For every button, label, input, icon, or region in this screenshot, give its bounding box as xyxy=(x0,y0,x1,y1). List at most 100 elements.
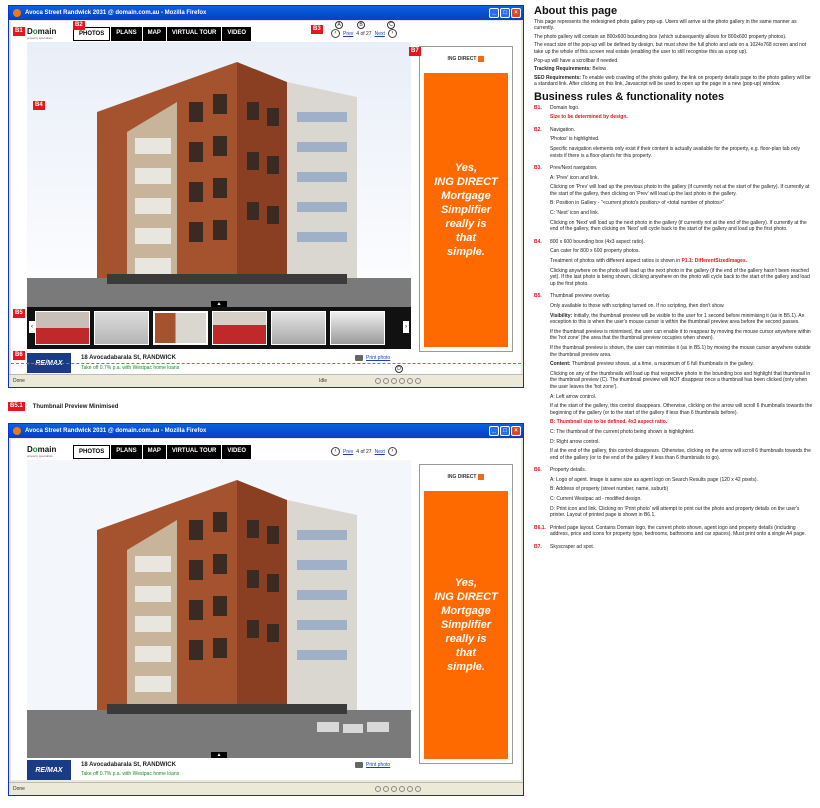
westpac-ad[interactable]: Take off 0.7% p.a. with Westpac home loa… xyxy=(81,771,179,777)
tab-virtual-tour[interactable]: VIRTUAL TOUR xyxy=(166,445,222,459)
thumbnail-selected[interactable] xyxy=(153,311,208,345)
skyscraper-ad[interactable]: ING DIRECT Yes, ING DIRECT Mortgage Simpli… xyxy=(419,464,513,764)
lion-icon xyxy=(478,56,485,62)
tab-virtual-tour[interactable]: VIRTUAL TOUR xyxy=(166,27,222,41)
intro-4: Pop-up will have a scrollbar if needed. xyxy=(534,57,619,64)
firefox-icon xyxy=(13,427,21,435)
print-photo-link[interactable]: Print photo xyxy=(366,762,390,768)
minimize-icon[interactable]: _ xyxy=(489,8,499,18)
marker-b6: B6 xyxy=(13,351,25,360)
next-arrow-icon[interactable]: › xyxy=(387,447,397,456)
thumbnail[interactable] xyxy=(330,311,385,345)
rule-b6-1: B6.1. Printed page layout. Contains Doma… xyxy=(534,524,806,538)
status-text: Done xyxy=(13,786,25,792)
window-title: Avoca Street Randwick 2031 @ domain.com.… xyxy=(25,428,207,434)
prev-link[interactable]: Prev xyxy=(343,31,353,37)
rule-b4: B4. 800 x 600 bounding box (4x3 aspect r… xyxy=(534,238,810,287)
status-idle: Idle xyxy=(319,378,328,384)
notes-title: About this page xyxy=(534,5,618,17)
next-link[interactable]: Next xyxy=(375,449,385,455)
marker-b7: B7 xyxy=(409,47,421,56)
print-area-guide xyxy=(11,363,521,364)
gallery-popup: Domain property specialists PHOTOS PLANS… xyxy=(11,21,521,374)
window-titlebar[interactable]: Avoca Street Randwick 2031 @ domain.com.… xyxy=(9,424,523,438)
close-icon[interactable]: × xyxy=(511,8,521,18)
maximize-icon[interactable]: □ xyxy=(500,426,510,436)
print-photo[interactable]: Print photo xyxy=(355,355,390,361)
label-d: D xyxy=(395,365,403,373)
print-photo[interactable]: Print photo xyxy=(355,762,390,768)
westpac-ad[interactable]: Take off 0.7% p.a. with Westpac home loa… xyxy=(81,365,179,371)
close-icon[interactable]: × xyxy=(511,426,521,436)
rule-b7: B7. Skyscraper ad spot. xyxy=(534,544,595,551)
notes-panel: About this page This page represents the… xyxy=(534,5,814,554)
rule-b6: B6. Property details. A: Logo of agent. I… xyxy=(534,467,800,519)
property-photo[interactable] xyxy=(27,460,411,758)
rules-title: Business rules & functionality notes xyxy=(534,90,725,103)
prev-arrow-icon[interactable]: ‹ xyxy=(331,29,340,38)
thumbnail[interactable] xyxy=(212,311,267,345)
thumbnail-preview: ‹ › xyxy=(27,307,411,349)
print-photo-link[interactable]: Print photo xyxy=(366,355,390,361)
ad-message: Yes, ING DIRECT Mortgage Simplifier really … xyxy=(424,491,508,759)
maximize-icon[interactable]: □ xyxy=(500,8,510,18)
next-arrow-icon[interactable]: › xyxy=(387,29,397,38)
gallery-position: 4 of 27 xyxy=(356,30,372,37)
property-address: 18 Avocadabarala St, RANDWICK xyxy=(81,762,176,768)
tracking-req: Tracking Requirements: Below xyxy=(534,66,606,73)
window-title: Avoca Street Randwick 2031 @ domain.com.… xyxy=(25,10,207,16)
thumbnail[interactable] xyxy=(271,311,326,345)
thumbnails-right-arrow-icon[interactable]: › xyxy=(403,321,409,333)
gallery-popup: Domain property specialists PHOTOS PLANS… xyxy=(11,439,521,780)
seo-req: SEO Requirements: To enable web crawling… xyxy=(534,74,811,88)
marker-b5-1: B5.1 xyxy=(8,402,25,411)
minimize-icon[interactable]: _ xyxy=(489,426,499,436)
marker-b2: B2 xyxy=(73,21,85,30)
rule-b1: B1. Domain logo. Size to be determined by… xyxy=(534,104,628,121)
tab-photos[interactable]: PHOTOS xyxy=(73,445,111,459)
gallery-position: 4 of 27 xyxy=(356,448,372,455)
thumbnail[interactable] xyxy=(35,311,90,345)
lion-icon xyxy=(478,474,485,480)
tab-video[interactable]: VIDEO xyxy=(222,27,252,41)
property-address: 18 Avocadabarala St, RANDWICK xyxy=(81,355,176,361)
skyscraper-ad[interactable]: ING DIRECT Yes, ING DIRECT Mortgage Simpli… xyxy=(419,46,513,352)
minimised-caption: B5.1 Thumbnail Preview Minimised xyxy=(8,402,118,411)
marker-b4: B4 xyxy=(33,101,45,110)
status-text: Done xyxy=(13,378,25,384)
rule-b5: B5. Thumbnail preview overlay. Only avail… xyxy=(534,293,813,461)
thumbnail[interactable] xyxy=(94,311,149,345)
status-bar: Done Idle xyxy=(9,374,523,387)
prev-next-nav: ‹ Prev 4 of 27 Next › xyxy=(331,447,397,456)
label-a: A xyxy=(335,21,343,29)
intro-3: The exact size of the pop-up will be def… xyxy=(534,42,807,55)
gallery-nav: PHOTOS PLANS MAP VIRTUAL TOUR VIDEO xyxy=(73,445,252,459)
domain-logo: Domain property specialists xyxy=(27,27,57,40)
browser-window-full: Avoca Street Randwick 2031 @ domain.com.… xyxy=(8,5,524,388)
property-photo[interactable] xyxy=(27,42,411,328)
tab-plans[interactable]: PLANS xyxy=(111,27,142,41)
firefox-icon xyxy=(13,9,21,17)
tab-map[interactable]: MAP xyxy=(142,27,166,41)
rule-b2: B2. Navigation. 'Photos' is highlighted. S… xyxy=(534,126,801,159)
tab-video[interactable]: VIDEO xyxy=(222,445,252,459)
tab-plans[interactable]: PLANS xyxy=(111,445,142,459)
building-illustration xyxy=(27,460,411,758)
rule-b3: B3. Prev/Next navigation. A: 'Prev' icon … xyxy=(534,165,810,233)
prev-next-nav: ‹ Prev 4 of 27 Next › xyxy=(331,29,397,38)
marker-b3: B3 xyxy=(311,25,323,34)
ad-message: Yes, ING DIRECT Mortgage Simplifier really … xyxy=(424,73,508,347)
tab-map[interactable]: MAP xyxy=(142,445,166,459)
gallery-nav: PHOTOS PLANS MAP VIRTUAL TOUR VIDEO xyxy=(73,27,252,41)
window-titlebar[interactable]: Avoca Street Randwick 2031 @ domain.com.… xyxy=(9,6,523,20)
intro-1: This page represents the redesigned phot… xyxy=(534,18,797,32)
label-c: C xyxy=(387,21,395,29)
domain-logo: Domain property specialists xyxy=(27,445,57,458)
next-link[interactable]: Next xyxy=(375,31,385,37)
prev-link[interactable]: Prev xyxy=(343,449,353,455)
status-icons xyxy=(375,786,421,792)
intro-2: The photo gallery will contain an 800x60… xyxy=(534,33,787,40)
thumbnail-toggle-arrow-icon[interactable]: ▲ xyxy=(211,752,227,758)
prev-arrow-icon[interactable]: ‹ xyxy=(331,447,340,456)
status-icons xyxy=(375,378,421,384)
